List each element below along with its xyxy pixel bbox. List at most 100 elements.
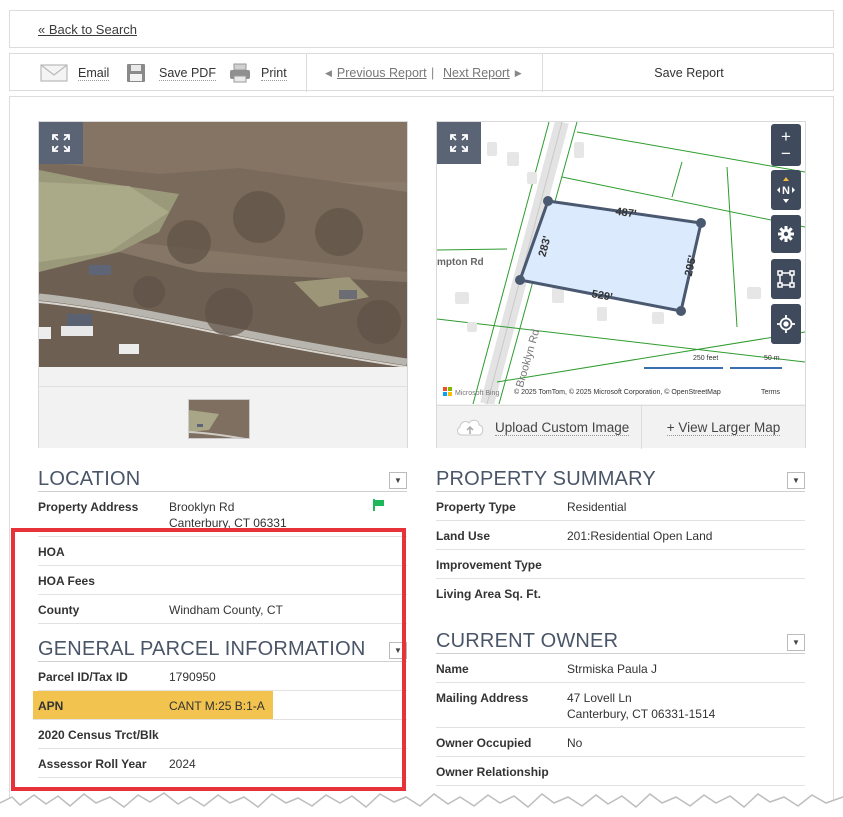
parcel-title: GENERAL PARCEL INFORMATION: [38, 638, 366, 660]
chevron-left-icon: ◀: [325, 67, 332, 78]
location-row: County Windham County, CT: [38, 595, 407, 624]
row-label: County: [38, 603, 80, 617]
property-summary-title: PROPERTY SUMMARY: [436, 468, 656, 490]
print-label: Print: [261, 65, 287, 81]
owner-row: Owner Occupied No: [436, 728, 805, 757]
property-summary-section: PROPERTY SUMMARY ▼ Property Type Residen…: [436, 468, 805, 607]
flag-icon[interactable]: [371, 498, 385, 512]
view-larger-map-button[interactable]: + View Larger Map: [641, 406, 805, 449]
parcel-row: 2020 Census Trct/Blk: [38, 720, 407, 749]
parcel-toggle[interactable]: ▼: [389, 642, 407, 659]
general-parcel-section: GENERAL PARCEL INFORMATION ▼ Parcel ID/T…: [33, 638, 407, 778]
property-summary-toggle[interactable]: ▼: [787, 472, 805, 489]
owner-title: CURRENT OWNER: [436, 630, 619, 652]
next-report-link[interactable]: Next Report ▶: [443, 54, 522, 92]
owner-row: Name Strmiska Paula J: [436, 654, 805, 683]
email-button[interactable]: Email: [40, 54, 110, 92]
location-row: Property Address Brooklyn Rd Canterbury,…: [38, 492, 407, 537]
toolbar-divider: [306, 54, 307, 92]
upload-custom-image-button[interactable]: Upload Custom Image: [437, 406, 640, 449]
locate-button[interactable]: [771, 304, 801, 344]
mailing-line1: 47 Lovell Ln: [567, 691, 632, 705]
save-report-label: Save Report: [654, 66, 724, 80]
dropdown-arrow-icon: ▼: [792, 638, 800, 647]
parcel-row: Assessor Roll Year 2024: [38, 749, 407, 778]
gear-icon: [778, 226, 794, 242]
save-pdf-label: Save PDF: [159, 65, 216, 81]
owner-toggle[interactable]: ▼: [787, 634, 805, 651]
save-pdf-icon: [127, 64, 145, 82]
expand-icon: [450, 134, 468, 152]
email-icon: [40, 64, 68, 82]
dropdown-arrow-icon: ▼: [394, 476, 402, 485]
row-label: Owner Relationship: [436, 765, 549, 779]
larger-map-label: + View Larger Map: [666, 419, 781, 436]
address-line2: Canterbury, CT 06331: [169, 516, 287, 530]
row-label: Property Type: [436, 500, 516, 514]
save-report-button[interactable]: Save Report: [543, 54, 835, 92]
expand-icon: [52, 134, 70, 152]
row-label: APN: [38, 699, 64, 713]
upload-cloud-icon: [457, 419, 484, 435]
row-value: [198, 727, 407, 743]
summary-row: Property Type Residential: [436, 492, 805, 521]
dropdown-arrow-icon: ▼: [394, 646, 402, 655]
row-label: Improvement Type: [436, 558, 542, 572]
print-button[interactable]: Print: [229, 54, 287, 92]
dropdown-arrow-icon: ▼: [792, 476, 800, 485]
scale-feet: 250 feet: [693, 355, 718, 362]
zoom-out-icon[interactable]: −: [781, 145, 791, 162]
parcel-row-apn: APN CANT M:25 B:1-A: [33, 691, 407, 720]
next-report-label: Next Report: [443, 66, 510, 80]
thumbnail-strip: [39, 386, 407, 448]
aerial-photo[interactable]: [39, 122, 407, 367]
map-terms-link[interactable]: Terms: [761, 389, 781, 396]
row-label: Parcel ID/Tax ID: [38, 670, 128, 684]
row-value: [169, 544, 407, 560]
location-row: HOA: [38, 537, 407, 566]
locate-icon: [777, 315, 795, 333]
side-road-label: mpton Rd: [437, 257, 484, 268]
summary-row: Living Area Sq. Ft.: [436, 579, 805, 607]
row-value: [567, 764, 805, 780]
report-content: 487' 295' 529' 283' mpton Rd Brooklyn Rd…: [9, 96, 834, 816]
row-value: Strmiska Paula J: [567, 662, 658, 676]
location-row: HOA Fees: [38, 566, 407, 595]
report-toolbar: Email Save PDF Print ◀ Previous Report |…: [9, 53, 835, 92]
map-card: 487' 295' 529' 283' mpton Rd Brooklyn Rd…: [436, 121, 806, 449]
row-value: 1790950: [169, 670, 216, 684]
row-value: No: [567, 736, 583, 750]
parcel-map[interactable]: 487' 295' 529' 283' mpton Rd Brooklyn Rd…: [437, 122, 805, 404]
compass-button[interactable]: N: [771, 170, 801, 210]
photo-thumbnail[interactable]: [188, 399, 250, 439]
row-label: Mailing Address: [436, 691, 529, 705]
previous-report-link[interactable]: ◀ Previous Report: [325, 54, 427, 92]
row-value: CANT M:25 B:1-A: [169, 699, 265, 713]
location-title: LOCATION: [38, 468, 141, 490]
row-label: Owner Occupied: [436, 736, 532, 750]
back-bar: « Back to Search: [9, 10, 834, 48]
save-pdf-button[interactable]: Save PDF: [126, 54, 216, 92]
photo-expand-button[interactable]: [39, 122, 83, 164]
row-label: Living Area Sq. Ft.: [436, 587, 541, 601]
print-icon: [230, 63, 250, 83]
back-to-search-link[interactable]: « Back to Search: [38, 22, 137, 37]
location-toggle[interactable]: ▼: [389, 472, 407, 489]
row-label: Name: [436, 662, 469, 676]
draw-shape-button[interactable]: [771, 259, 801, 299]
chevron-right-icon: ▶: [514, 67, 522, 78]
row-label: Property Address: [38, 500, 139, 514]
map-settings-button[interactable]: [771, 215, 801, 253]
mailing-line2: Canterbury, CT 06331-1514: [567, 707, 716, 721]
nav-separator: |: [431, 66, 435, 80]
map-provider: Microsoft Bing: [455, 390, 499, 397]
upload-label: Upload Custom Image: [495, 419, 630, 436]
map-expand-button[interactable]: [437, 122, 481, 164]
summary-row: Improvement Type: [436, 550, 805, 579]
row-label: HOA: [38, 545, 65, 559]
draw-icon: [777, 270, 795, 288]
row-label: Land Use: [436, 529, 491, 543]
location-section: LOCATION ▼ Property Address Brooklyn Rd …: [38, 468, 407, 624]
current-owner-section: CURRENT OWNER ▼ Name Strmiska Paula J Ma…: [436, 630, 805, 786]
compass-icon: N: [777, 177, 795, 203]
